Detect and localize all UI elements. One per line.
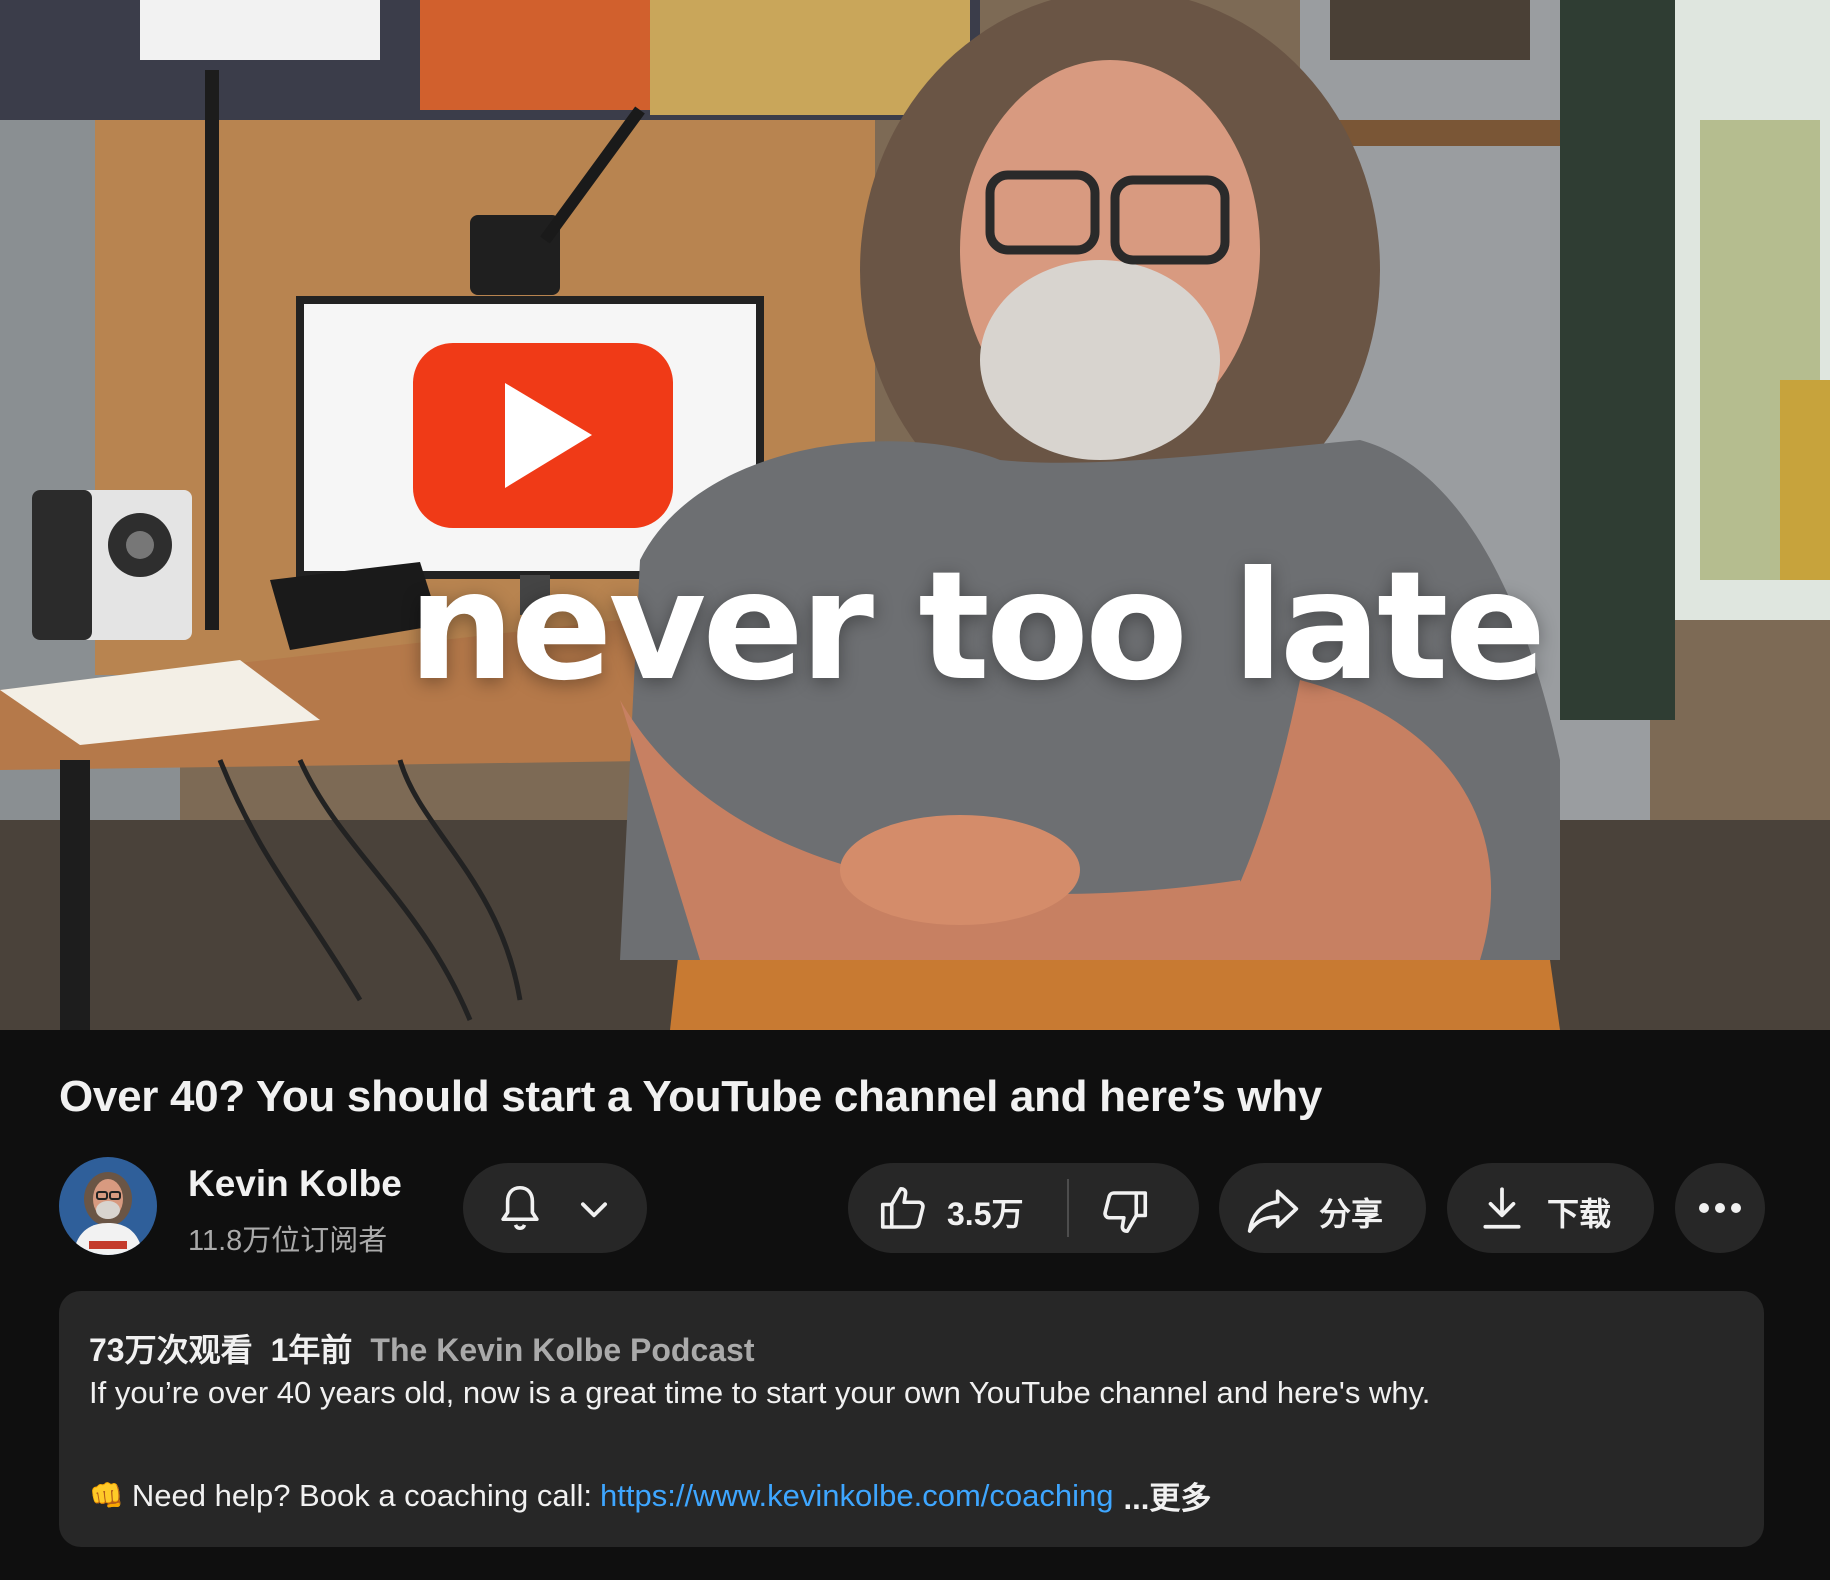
share-label: 分享: [1319, 1196, 1384, 1232]
description-line-1: If you’re over 40 years old, now is a gr…: [89, 1375, 1431, 1410]
like-divider: [1067, 1179, 1069, 1237]
download-button[interactable]: 下载: [1447, 1163, 1654, 1253]
thumbnail-overlay-text: never too late: [408, 540, 1546, 714]
download-label: 下载: [1547, 1196, 1612, 1232]
podcast-link[interactable]: The Kevin Kolbe Podcast: [370, 1332, 754, 1368]
more-actions-button[interactable]: [1675, 1163, 1765, 1253]
show-more-button[interactable]: ...更多: [1124, 1473, 1212, 1518]
description-line-2: 👊 Need help? Book a coaching call: https…: [89, 1473, 1211, 1518]
dislike-button[interactable]: [1070, 1163, 1199, 1253]
bell-icon: [493, 1181, 547, 1235]
coaching-link[interactable]: https://www.kevinkolbe.com/coaching: [600, 1478, 1113, 1514]
download-icon: [1477, 1183, 1527, 1233]
channel-avatar[interactable]: [59, 1157, 157, 1255]
video-player[interactable]: never too late: [0, 0, 1830, 1030]
description-meta: 73万次观看 1年前 The Kevin Kolbe Podcast: [89, 1325, 755, 1371]
like-dislike-group: 3.5万: [848, 1163, 1199, 1253]
channel-name[interactable]: Kevin Kolbe: [188, 1163, 402, 1205]
view-count: 73万次观看: [89, 1332, 253, 1368]
video-title: Over 40? You should start a YouTube chan…: [59, 1072, 1322, 1121]
description-cta-text: Need help? Book a coaching call:: [131, 1477, 593, 1513]
description-box[interactable]: 73万次观看 1年前 The Kevin Kolbe Podcast If you’…: [59, 1291, 1764, 1547]
upload-age: 1年前: [270, 1332, 353, 1368]
more-horizontal-icon: [1697, 1201, 1743, 1215]
thumbs-up-icon: [876, 1182, 930, 1236]
fist-bump-icon: 👊: [89, 1480, 124, 1511]
subscriber-count: 11.8万位订阅者: [188, 1225, 388, 1257]
share-icon: [1245, 1184, 1301, 1236]
thumbs-down-icon: [1098, 1184, 1152, 1238]
video-thumbnail: [0, 0, 1830, 1030]
avatar-image: [59, 1157, 157, 1255]
like-button[interactable]: 3.5万: [848, 1163, 1068, 1253]
share-button[interactable]: 分享: [1219, 1163, 1426, 1253]
notifications-button[interactable]: [463, 1163, 647, 1253]
like-count: 3.5万: [947, 1196, 1024, 1232]
chevron-down-icon: [575, 1190, 613, 1228]
